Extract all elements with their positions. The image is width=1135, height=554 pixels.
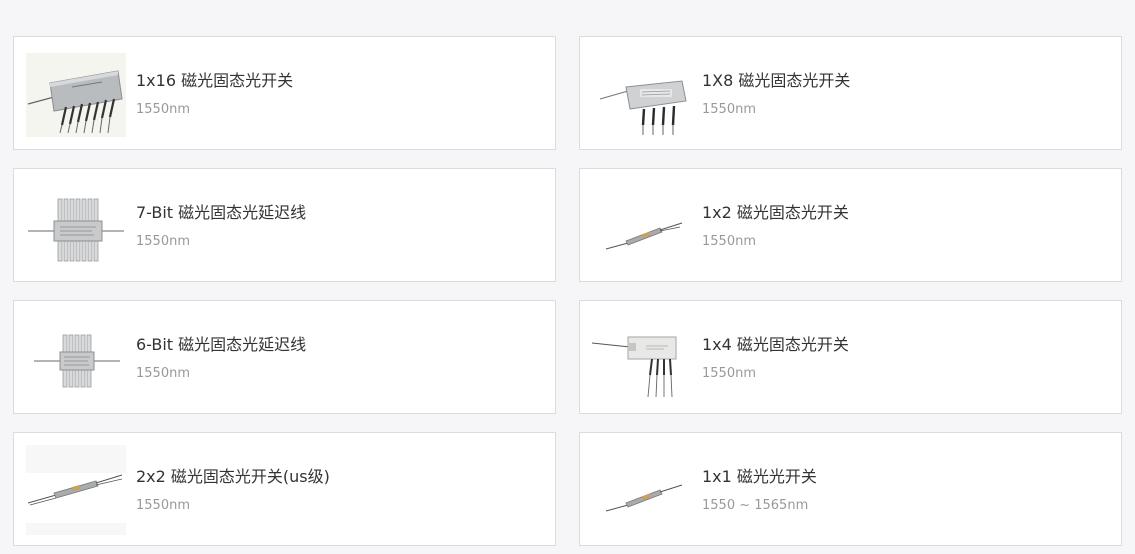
product-wavelength: 1550nm — [702, 234, 756, 249]
product-image-6bit-delay-line[interactable] — [26, 313, 126, 403]
delay-line-6bit-photo — [26, 313, 126, 403]
product-wavelength: 1550nm — [136, 234, 190, 249]
product-title[interactable]: 1x2 磁光固态光开关 — [702, 203, 849, 223]
product-image-2x2-switch[interactable] — [26, 445, 126, 535]
product-card-1x16-switch[interactable]: 1x16 磁光固态光开关 1550nm — [13, 36, 556, 150]
optical-switch-1x4-photo — [592, 313, 692, 403]
product-card-1x8-switch[interactable]: 1X8 磁光固态光开关 1550nm — [579, 36, 1122, 150]
product-wavelength: 1550nm — [702, 102, 756, 117]
product-wavelength: 1550nm — [136, 498, 190, 513]
product-image-1x1-switch[interactable] — [592, 445, 692, 535]
product-title[interactable]: 6-Bit 磁光固态光延迟线 — [136, 335, 306, 355]
product-title[interactable]: 1x16 磁光固态光开关 — [136, 71, 293, 91]
product-wavelength: 1550nm — [136, 366, 190, 381]
product-grid: 1x16 磁光固态光开关 1550nm 1X8 磁光固态光开关 1550nm 7… — [0, 0, 1135, 554]
product-wavelength: 1550 ~ 1565nm — [702, 498, 809, 513]
product-image-1x2-switch[interactable] — [592, 181, 692, 271]
product-image-7bit-delay-line[interactable] — [26, 181, 126, 271]
optical-switch-16-port-photo — [26, 53, 126, 137]
product-title[interactable]: 2x2 磁光固态光开关(us级) — [136, 467, 330, 487]
product-card-7bit-delay-line[interactable]: 7-Bit 磁光固态光延迟线 1550nm — [13, 168, 556, 282]
product-title[interactable]: 1x4 磁光固态光开关 — [702, 335, 849, 355]
product-image-1x8-switch[interactable] — [592, 49, 692, 139]
product-image-1x16-switch[interactable] — [26, 49, 126, 139]
product-card-1x4-switch[interactable]: 1x4 磁光固态光开关 1550nm — [579, 300, 1122, 414]
product-title[interactable]: 1x1 磁光光开关 — [702, 467, 817, 487]
optical-switch-2x2-photo — [26, 445, 126, 535]
optical-switch-1x2-photo — [592, 181, 692, 271]
optical-switch-1x1-photo — [592, 445, 692, 535]
product-card-2x2-switch[interactable]: 2x2 磁光固态光开关(us级) 1550nm — [13, 432, 556, 546]
product-card-1x2-switch[interactable]: 1x2 磁光固态光开关 1550nm — [579, 168, 1122, 282]
product-wavelength: 1550nm — [136, 102, 190, 117]
delay-line-7bit-photo — [26, 181, 126, 271]
product-title[interactable]: 1X8 磁光固态光开关 — [702, 71, 850, 91]
product-title[interactable]: 7-Bit 磁光固态光延迟线 — [136, 203, 306, 223]
optical-switch-8-port-photo — [592, 49, 692, 139]
product-card-6bit-delay-line[interactable]: 6-Bit 磁光固态光延迟线 1550nm — [13, 300, 556, 414]
product-card-1x1-switch[interactable]: 1x1 磁光光开关 1550 ~ 1565nm — [579, 432, 1122, 546]
product-image-1x4-switch[interactable] — [592, 313, 692, 403]
product-wavelength: 1550nm — [702, 366, 756, 381]
